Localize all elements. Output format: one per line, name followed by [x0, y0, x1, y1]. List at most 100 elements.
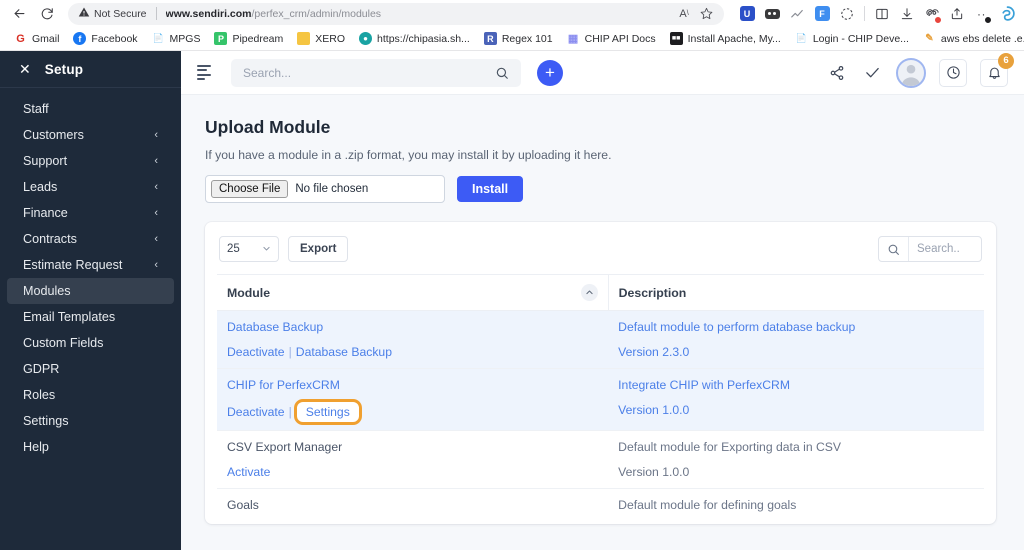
sidebar-item-custom-fields[interactable]: Custom Fields: [7, 330, 174, 356]
column-header-module[interactable]: Module: [217, 274, 609, 311]
module-version: Version 2.3.0: [618, 345, 690, 359]
hamburger-menu-icon[interactable]: [197, 64, 217, 81]
close-icon[interactable]: ✕: [19, 62, 31, 76]
sidebar-item-leads[interactable]: Leads ‹: [7, 174, 174, 200]
sidebar-item-staff[interactable]: Staff: [7, 96, 174, 122]
sidebar-item-support[interactable]: Support ‹: [7, 148, 174, 174]
export-button[interactable]: Export: [288, 236, 349, 262]
column-header-description[interactable]: Description: [608, 274, 984, 311]
choose-file-button[interactable]: Choose File: [211, 180, 289, 198]
clock-icon[interactable]: [939, 58, 967, 87]
sidebar-item-contracts[interactable]: Contracts ‹: [7, 226, 174, 252]
pipedream-icon: P: [214, 32, 228, 45]
collections-icon[interactable]: [921, 3, 943, 25]
module-action-link[interactable]: Database Backup: [296, 345, 392, 359]
bookmark-chipasia[interactable]: ● https://chipasia.sh...: [353, 30, 476, 47]
bookmark-chip-api-docs[interactable]: ▦ CHIP API Docs: [561, 30, 662, 47]
module-version: Version 2.3.0: [618, 523, 974, 524]
sidebar-item-email-templates[interactable]: Email Templates: [7, 304, 174, 330]
copilot-icon[interactable]: [996, 3, 1018, 25]
sidebar-item-roles[interactable]: Roles: [7, 382, 174, 408]
bookmark-login-chip[interactable]: 📄 Login - CHIP Deve...: [789, 30, 915, 47]
page-content: Upload Module If you have a module in a …: [181, 95, 1024, 550]
activate-link[interactable]: Activate: [227, 523, 270, 524]
deactivate-link[interactable]: Deactivate: [227, 345, 285, 359]
warning-triangle-icon: [78, 5, 90, 23]
deactivate-link[interactable]: Deactivate: [227, 405, 285, 419]
split-screen-icon[interactable]: [871, 3, 893, 25]
browser-essentials-icon[interactable]: [836, 3, 858, 25]
sidebar-item-label: Contracts: [23, 232, 77, 246]
bookmark-install-apache[interactable]: ■■ Install Apache, My...: [664, 30, 787, 47]
address-bar[interactable]: Not Secure www.sendiri.com/perfex_crm/ad…: [68, 2, 724, 25]
table-row[interactable]: Goals Activate Default module for defini…: [217, 488, 984, 524]
modules-table: Module Description Database Backup Deact…: [217, 274, 984, 524]
sidebar-item-modules[interactable]: Modules: [7, 278, 174, 304]
bookmark-facebook[interactable]: f Facebook: [67, 30, 143, 47]
page-icon: 📄: [152, 33, 164, 43]
url-domain: www.sendiri.com: [165, 7, 252, 20]
sort-ascending-icon[interactable]: [580, 284, 598, 301]
sidebar-header: ✕ Setup: [0, 51, 181, 88]
security-indicator[interactable]: Not Secure: [78, 5, 147, 23]
add-new-button[interactable]: +: [537, 59, 563, 86]
avatar[interactable]: [896, 57, 926, 88]
bookmark-label: XERO: [315, 32, 346, 45]
install-button[interactable]: Install: [457, 176, 524, 202]
bookmark-label: Regex 101: [501, 32, 553, 45]
back-button[interactable]: [6, 2, 32, 26]
facebook-icon: f: [73, 32, 87, 45]
analytics-extension-icon[interactable]: [786, 3, 808, 25]
module-name[interactable]: Database Backup: [227, 320, 598, 334]
share-browser-icon[interactable]: [946, 3, 968, 25]
downloads-icon[interactable]: [896, 3, 918, 25]
bookmark-aws-ebs[interactable]: ✎ aws ebs delete .e...: [917, 30, 1024, 47]
grammarly-extension-icon[interactable]: F: [811, 3, 833, 25]
bookmark-mpgs[interactable]: 📄 MPGS: [146, 30, 207, 47]
sidebar-item-gdpr[interactable]: GDPR: [7, 356, 174, 382]
table-row[interactable]: Database Backup Deactivate | Database Back…: [217, 310, 984, 369]
activate-link[interactable]: Activate: [227, 465, 270, 479]
bell-icon[interactable]: 6: [980, 52, 1014, 87]
search-input[interactable]: [243, 65, 495, 80]
chevron-left-icon: ‹: [154, 181, 158, 193]
apache-icon: ■■: [669, 32, 683, 45]
table-row[interactable]: CHIP for PerfexCRM Deactivate | Settings I…: [217, 368, 984, 431]
sidebar-title: Setup: [44, 61, 84, 77]
bookmark-gmail[interactable]: G Gmail: [8, 30, 65, 47]
star-icon[interactable]: [696, 4, 716, 24]
gmail-icon: G: [16, 32, 25, 45]
sidebar-item-estimate-request[interactable]: Estimate Request ‹: [7, 252, 174, 278]
share-icon[interactable]: [826, 62, 848, 84]
bookmarks-bar: G Gmail f Facebook 📄 MPGS P Pipedream XERO ●…: [0, 27, 1024, 50]
sidebar-item-settings[interactable]: Settings: [7, 408, 174, 434]
cell-description: Integrate CHIP with PerfexCRM Version 1.…: [608, 368, 984, 431]
page-size-select[interactable]: 25: [219, 236, 279, 262]
bookmark-xero[interactable]: XERO: [291, 30, 351, 47]
sidebar-item-customers[interactable]: Customers ‹: [7, 122, 174, 148]
cell-description: Default module for defining goals Versio…: [608, 488, 984, 524]
table-body: Database Backup Deactivate | Database Back…: [217, 310, 984, 524]
global-search[interactable]: [231, 58, 521, 87]
table-search-input[interactable]: [909, 243, 981, 255]
module-name[interactable]: CHIP for PerfexCRM: [227, 378, 598, 392]
sidebar-item-finance[interactable]: Finance ‹: [7, 200, 174, 226]
settings-more-icon[interactable]: ··: [971, 3, 993, 25]
cell-module: CHIP for PerfexCRM Deactivate | Settings: [217, 368, 609, 431]
folder-icon: [297, 32, 311, 45]
file-input[interactable]: Choose File No file chosen: [205, 175, 445, 203]
reload-button[interactable]: [34, 2, 60, 26]
search-icon[interactable]: [495, 66, 509, 80]
omnibox-actions: A \: [674, 4, 716, 24]
check-icon[interactable]: [861, 62, 883, 84]
ublock-extension-icon[interactable]: U: [736, 3, 758, 25]
table-search[interactable]: [878, 236, 982, 262]
bookmark-regex101[interactable]: R Regex 101: [478, 30, 559, 47]
cell-module: Goals Activate: [217, 488, 609, 524]
bookmark-pipedream[interactable]: P Pipedream: [208, 30, 289, 47]
sidebar-item-help[interactable]: Help: [7, 434, 174, 460]
settings-link-highlighted[interactable]: Settings: [293, 399, 362, 425]
dashlane-extension-icon[interactable]: [761, 3, 783, 25]
read-aloud-icon[interactable]: A \: [674, 4, 694, 24]
table-row[interactable]: CSV Export Manager Activate Default modu…: [217, 430, 984, 489]
